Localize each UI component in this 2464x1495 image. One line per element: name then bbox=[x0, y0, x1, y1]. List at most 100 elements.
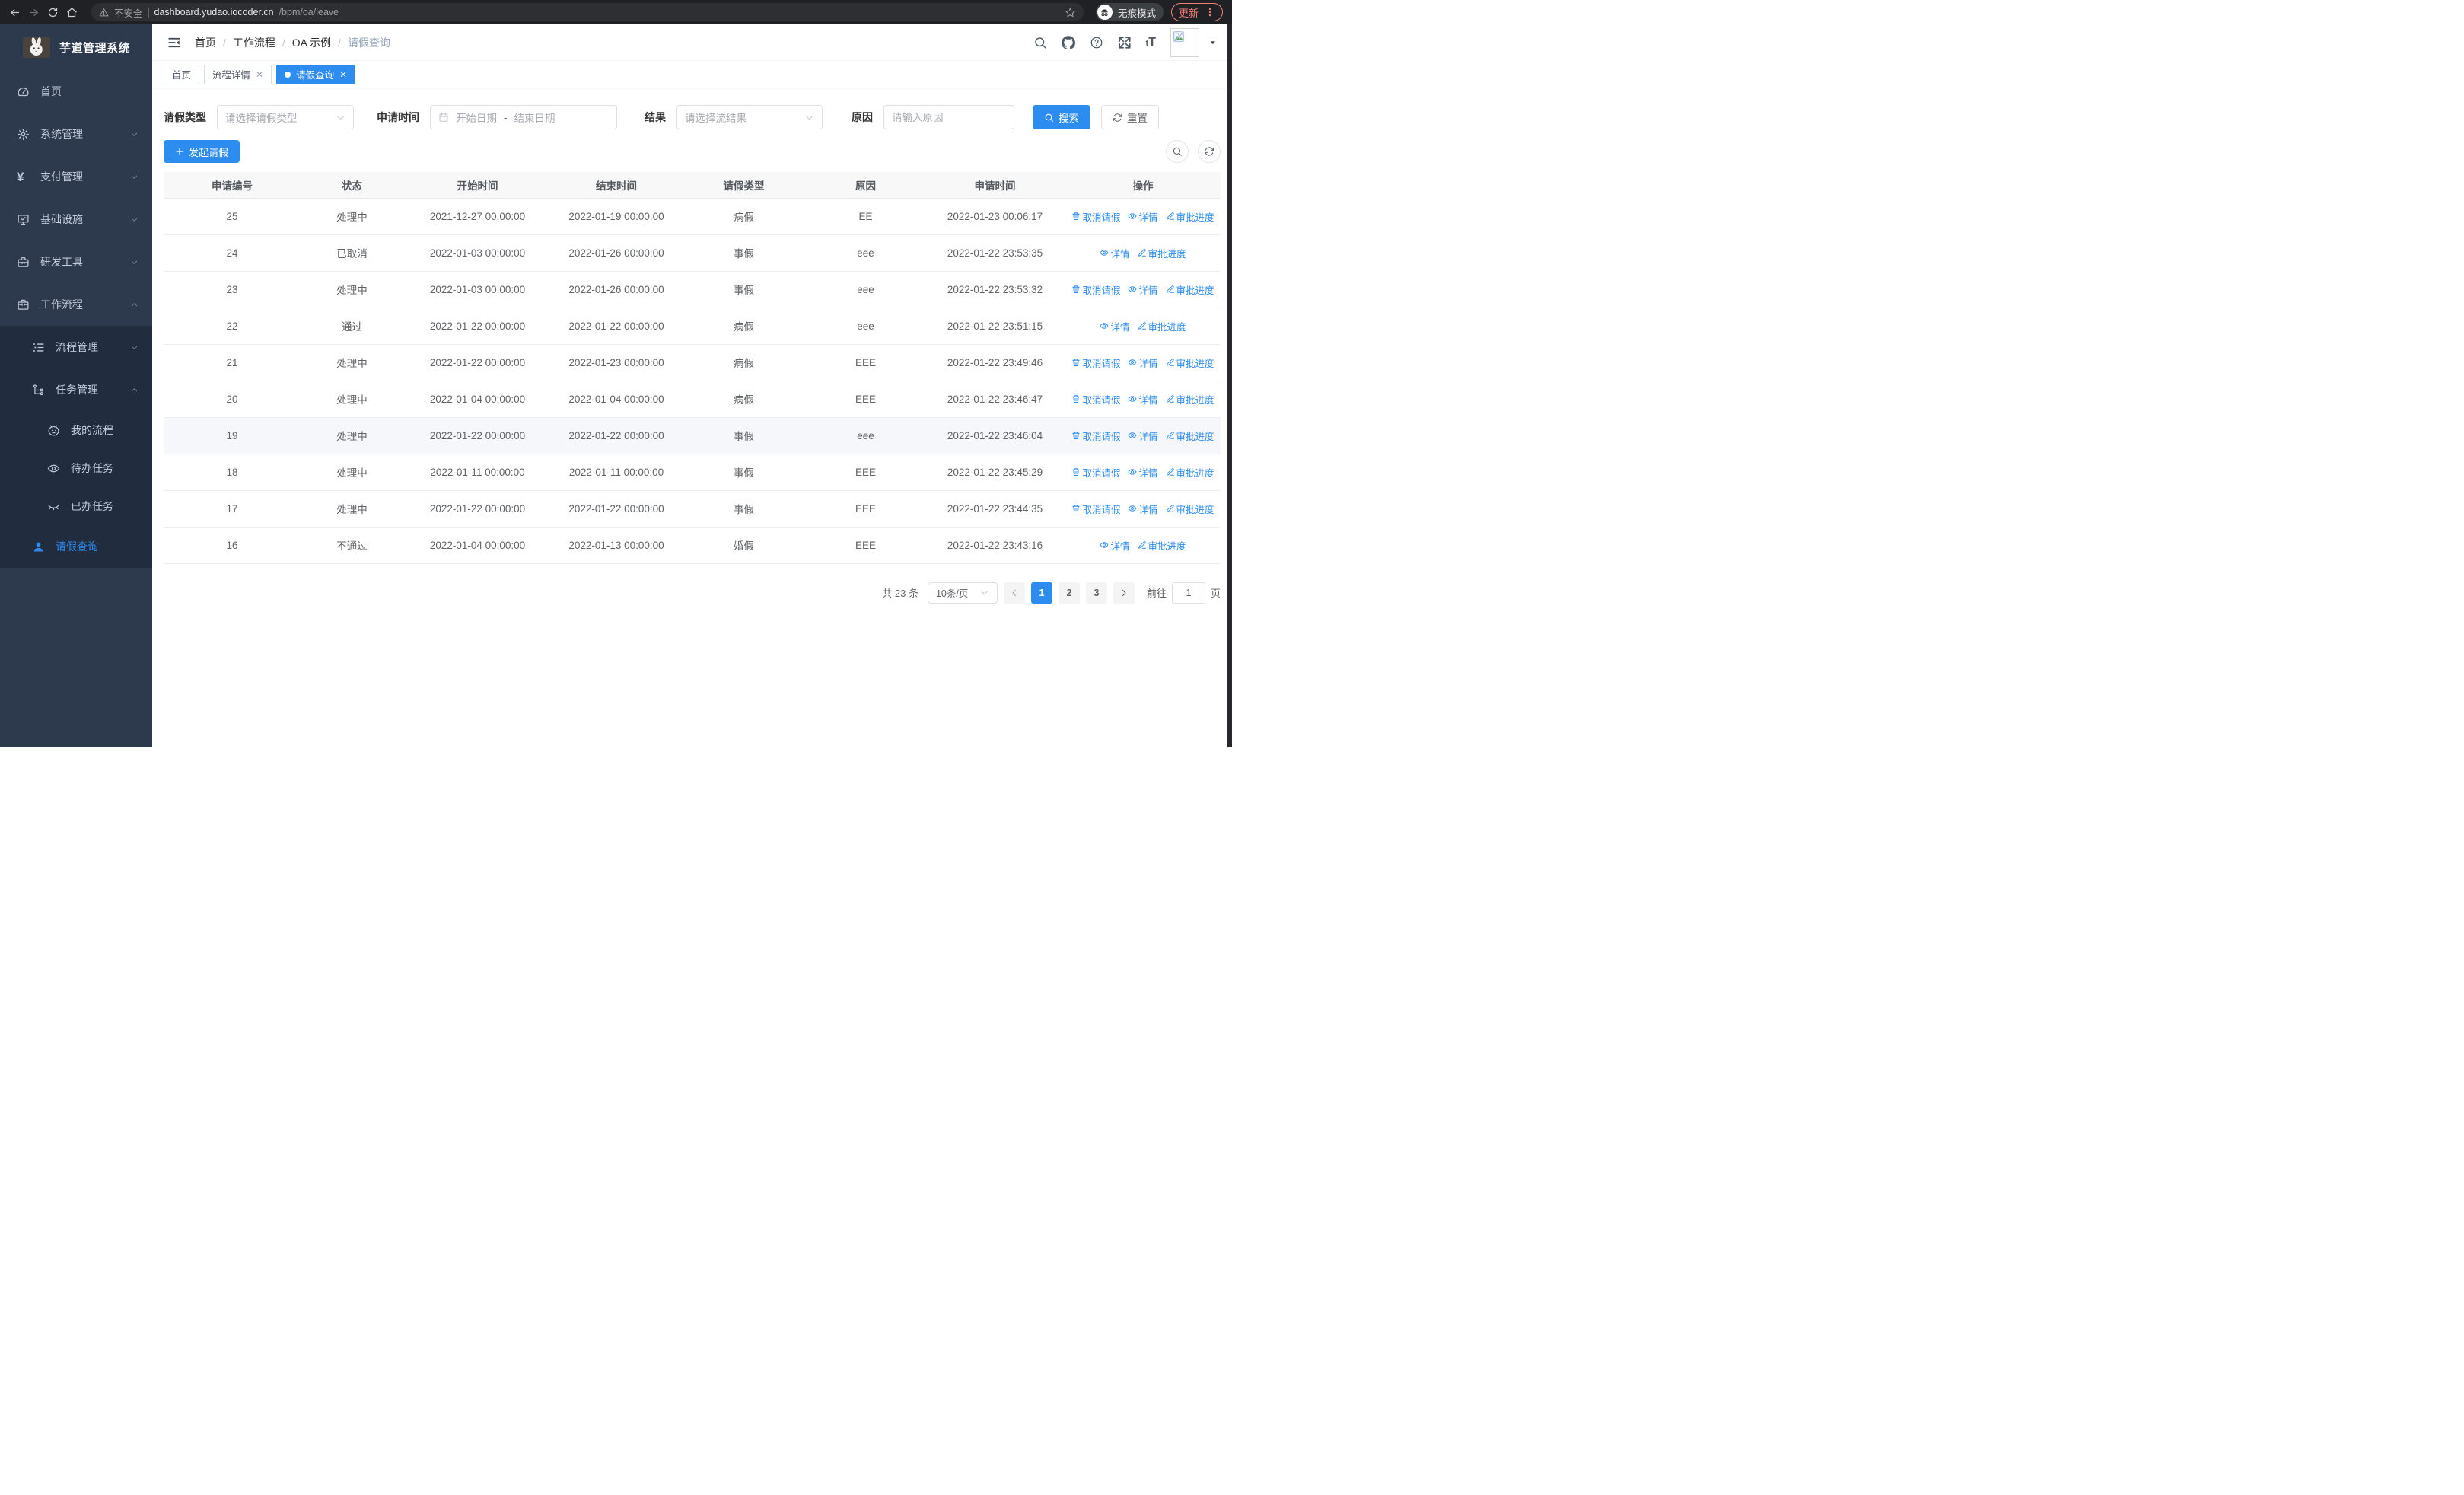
cancel-icon bbox=[1071, 394, 1081, 403]
action-progress-link[interactable]: 审批进度 bbox=[1166, 465, 1214, 480]
update-chip[interactable]: 更新 bbox=[1170, 3, 1223, 21]
not-secure-icon bbox=[99, 8, 109, 18]
page-size-select[interactable]: 10条/页 bbox=[927, 582, 998, 604]
sidebar-item-payment[interactable]: ¥ 支付管理 bbox=[0, 155, 152, 198]
tab-leave-query[interactable]: 请假查询 ✕ bbox=[276, 64, 356, 84]
cell-start: 2022-01-03 00:00:00 bbox=[403, 234, 552, 272]
address-bar[interactable]: 不安全 dashboard.yudao.iocoder.cn/bpm/oa/le… bbox=[91, 3, 1084, 21]
action-detail-link[interactable]: 详情 bbox=[1128, 465, 1158, 480]
action-progress-link[interactable]: 审批进度 bbox=[1166, 502, 1214, 516]
tab-home[interactable]: 首页 bbox=[164, 64, 200, 84]
search-button[interactable]: 搜索 bbox=[1033, 105, 1090, 129]
breadcrumb-separator: / bbox=[338, 36, 342, 49]
action-progress-link[interactable]: 审批进度 bbox=[1138, 538, 1186, 553]
page-button-3[interactable]: 3 bbox=[1085, 582, 1107, 604]
app-logo-row[interactable]: 芋道管理系统 bbox=[0, 24, 152, 70]
cell-type: 病假 bbox=[681, 308, 807, 345]
sidebar-item-my-process[interactable]: 我的流程 bbox=[0, 411, 152, 449]
font-size-icon[interactable]: tT bbox=[1146, 36, 1156, 49]
breadcrumb-item[interactable]: OA 示例 bbox=[292, 35, 331, 50]
breadcrumb-item[interactable]: 工作流程 bbox=[233, 35, 275, 50]
action-progress-link[interactable]: 审批进度 bbox=[1166, 392, 1214, 406]
close-icon[interactable]: ✕ bbox=[339, 69, 347, 80]
action-progress-link[interactable]: 审批进度 bbox=[1138, 319, 1186, 333]
leave-type-select[interactable]: 请选择请假类型 bbox=[217, 105, 354, 129]
refresh-table-button[interactable] bbox=[1198, 140, 1221, 163]
cell-reason: EEE bbox=[807, 344, 925, 381]
sidebar-item-done-tasks[interactable]: 已办任务 bbox=[0, 487, 152, 525]
user-menu-caret-icon[interactable] bbox=[1209, 39, 1217, 46]
sidebar-item-infra[interactable]: 基础设施 bbox=[0, 198, 152, 241]
action-cancel-link[interactable]: 取消请假 bbox=[1071, 429, 1120, 443]
sidebar-item-home[interactable]: 首页 bbox=[0, 70, 152, 113]
action-detail-link[interactable]: 详情 bbox=[1100, 246, 1130, 260]
action-cancel-link[interactable]: 取消请假 bbox=[1071, 355, 1120, 370]
action-progress-link[interactable]: 审批进度 bbox=[1166, 429, 1214, 443]
incognito-icon bbox=[1097, 5, 1113, 20]
action-detail-link[interactable]: 详情 bbox=[1128, 355, 1158, 370]
browser-home-icon[interactable] bbox=[66, 7, 78, 18]
page-button-2[interactable]: 2 bbox=[1058, 582, 1080, 604]
cell-start: 2022-01-11 00:00:00 bbox=[403, 454, 552, 491]
action-progress-link[interactable]: 审批进度 bbox=[1166, 355, 1214, 370]
reason-input[interactable] bbox=[892, 111, 1006, 123]
cell-start: 2022-01-22 00:00:00 bbox=[403, 344, 552, 381]
action-progress-link[interactable]: 审批进度 bbox=[1166, 282, 1214, 297]
search-icon[interactable] bbox=[1033, 36, 1047, 49]
help-icon[interactable] bbox=[1090, 36, 1103, 49]
sidebar-item-devtools[interactable]: 研发工具 bbox=[0, 241, 152, 283]
result-select[interactable]: 请选择流结果 bbox=[676, 105, 823, 129]
action-detail-link[interactable]: 详情 bbox=[1128, 209, 1158, 224]
browser-reload-icon[interactable] bbox=[47, 7, 59, 18]
prev-page-button[interactable] bbox=[1003, 582, 1025, 604]
cell-status: 处理中 bbox=[301, 417, 403, 454]
eye-open-icon bbox=[47, 462, 60, 475]
avatar[interactable] bbox=[1170, 27, 1199, 57]
update-label[interactable]: 更新 bbox=[1179, 5, 1199, 20]
window-edge-scrollbar[interactable] bbox=[1227, 24, 1232, 748]
create-leave-button[interactable]: 发起请假 bbox=[164, 140, 240, 163]
sidebar-item-todo-tasks[interactable]: 待办任务 bbox=[0, 449, 152, 487]
cell-reason: eee bbox=[807, 271, 925, 308]
sidebar-item-system[interactable]: 系统管理 bbox=[0, 113, 152, 155]
sidebar-item-workflow[interactable]: 工作流程 bbox=[0, 283, 152, 326]
cell-type: 事假 bbox=[681, 454, 807, 491]
action-detail-link[interactable]: 详情 bbox=[1128, 282, 1158, 297]
sidebar-item-process-mgmt[interactable]: 流程管理 bbox=[0, 326, 152, 368]
action-detail-link[interactable]: 详情 bbox=[1100, 538, 1130, 553]
sidebar-item-task-mgmt[interactable]: 任务管理 bbox=[0, 368, 152, 411]
tab-process-detail[interactable]: 流程详情 ✕ bbox=[204, 64, 272, 84]
close-icon[interactable]: ✕ bbox=[256, 69, 263, 80]
security-label[interactable]: 不安全 bbox=[114, 5, 143, 20]
reset-button[interactable]: 重置 bbox=[1101, 105, 1159, 129]
action-cancel-link[interactable]: 取消请假 bbox=[1071, 392, 1120, 406]
action-cancel-link[interactable]: 取消请假 bbox=[1071, 282, 1120, 297]
apply-time-range-picker[interactable]: 开始日期 - 结束日期 bbox=[430, 105, 617, 129]
page-button-1[interactable]: 1 bbox=[1030, 582, 1052, 604]
next-page-button[interactable] bbox=[1113, 582, 1135, 604]
face-icon bbox=[47, 424, 60, 437]
action-cancel-link[interactable]: 取消请假 bbox=[1071, 465, 1120, 480]
sidebar-item-label: 系统管理 bbox=[40, 128, 83, 140]
action-progress-link[interactable]: 审批进度 bbox=[1166, 209, 1214, 224]
browser-back-icon[interactable] bbox=[9, 7, 21, 18]
progress-icon bbox=[1138, 248, 1147, 257]
cell-id: 18 bbox=[164, 454, 301, 491]
action-detail-link[interactable]: 详情 bbox=[1128, 392, 1158, 406]
breadcrumb-item[interactable]: 首页 bbox=[195, 35, 216, 50]
fullscreen-icon[interactable] bbox=[1118, 36, 1132, 49]
action-cancel-link[interactable]: 取消请假 bbox=[1071, 209, 1120, 224]
github-icon[interactable] bbox=[1062, 36, 1075, 49]
action-cancel-link[interactable]: 取消请假 bbox=[1071, 502, 1120, 516]
action-detail-link[interactable]: 详情 bbox=[1100, 319, 1130, 333]
action-detail-link[interactable]: 详情 bbox=[1128, 502, 1158, 516]
sidebar-item-leave-query[interactable]: 请假查询 bbox=[0, 525, 152, 568]
sidebar-collapse-icon[interactable] bbox=[167, 36, 181, 49]
browser-forward-icon[interactable] bbox=[28, 7, 40, 18]
action-progress-link[interactable]: 审批进度 bbox=[1138, 246, 1186, 260]
action-detail-link[interactable]: 详情 bbox=[1128, 429, 1158, 443]
cell-reason: EEE bbox=[807, 454, 925, 491]
goto-page-input[interactable] bbox=[1171, 582, 1205, 604]
bookmark-star-icon[interactable] bbox=[1065, 7, 1076, 18]
toggle-search-button[interactable] bbox=[1166, 140, 1189, 163]
